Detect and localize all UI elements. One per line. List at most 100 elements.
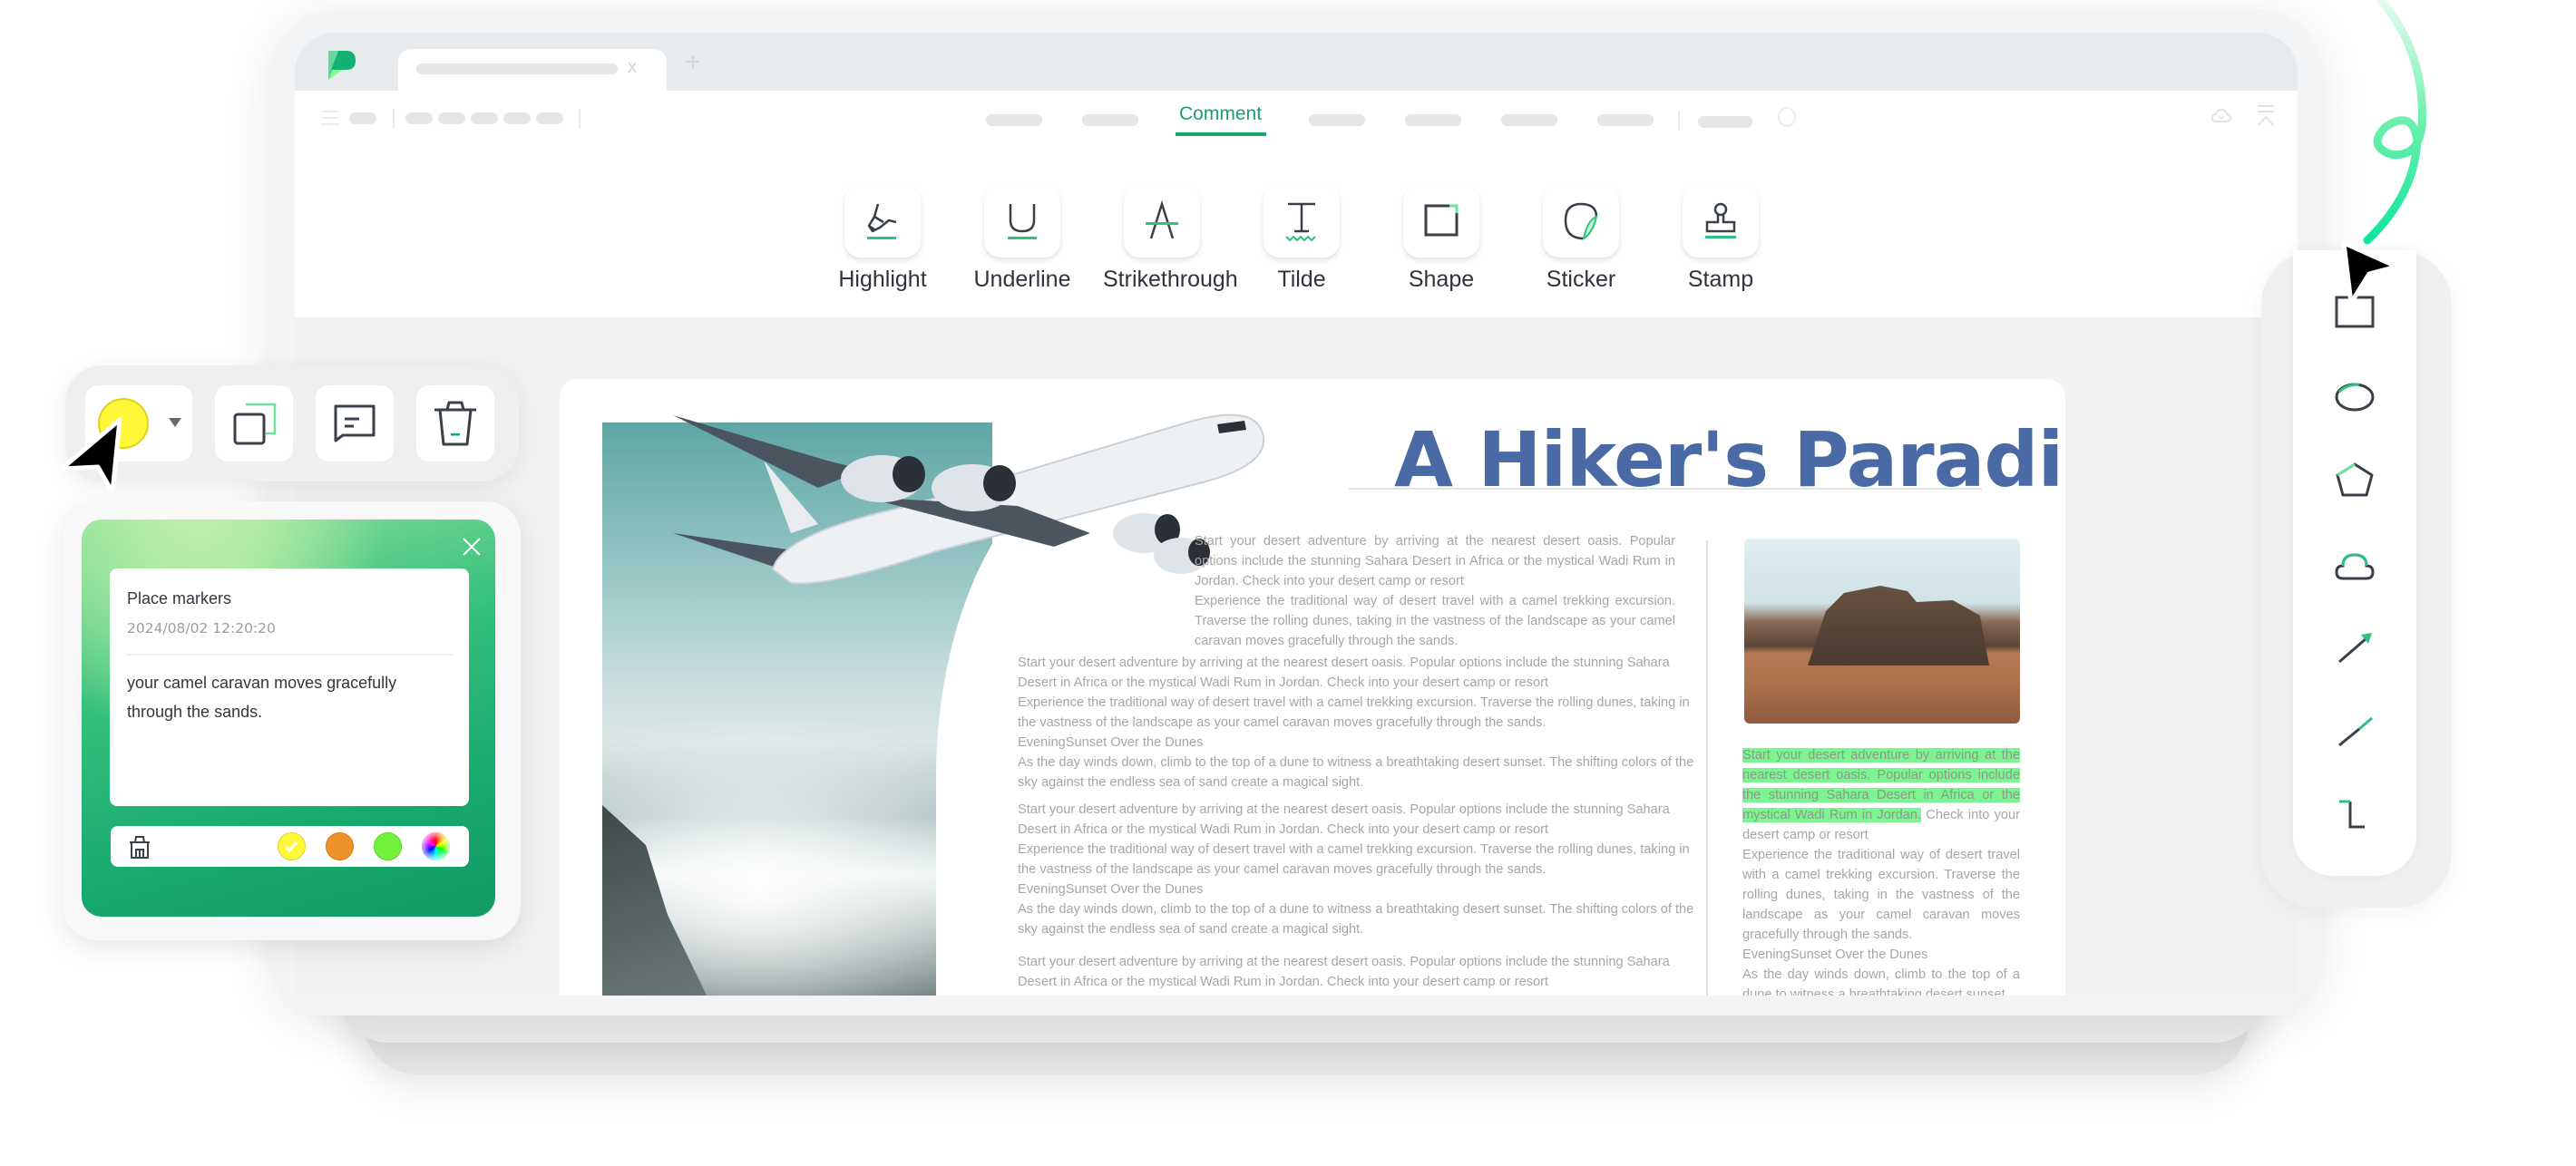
page-bottom-edge	[295, 996, 2298, 1015]
tool-stamp[interactable]: Stamp	[1662, 185, 1780, 293]
tab-title-placeholder	[416, 63, 618, 74]
menu-tab-placeholder[interactable]	[1698, 116, 1752, 128]
tool-tilde[interactable]: Tilde	[1243, 185, 1361, 293]
stamp-icon	[1705, 202, 1736, 238]
quick-tool-placeholder[interactable]	[536, 112, 563, 124]
sticker-icon	[1564, 202, 1598, 241]
check-icon	[284, 841, 298, 853]
tool-highlight[interactable]: Highlight	[824, 185, 942, 293]
divider	[1678, 111, 1680, 131]
document-page: A Hiker's Paradise Start your desert adv…	[560, 379, 2065, 996]
paragraph: Start your desert adventure by arriving …	[1018, 802, 1670, 837]
note-body: Place markers 2024/08/02 12:20:20 your c…	[82, 520, 495, 917]
side-column: Start your desert adventure by arriving …	[1742, 745, 2020, 996]
shape-polyline-button[interactable]	[2320, 787, 2389, 841]
shape-line-button[interactable]	[2320, 704, 2389, 758]
delete-button[interactable]	[416, 385, 494, 462]
tab-bar: x +	[295, 33, 2298, 91]
column-divider	[1706, 540, 1708, 996]
menu-bar: Comment	[295, 91, 2298, 167]
arrow-icon	[2338, 633, 2372, 664]
paragraph: Experience the traditional way of desert…	[1018, 695, 1690, 730]
divider	[579, 109, 581, 129]
menu-placeholder[interactable]	[349, 112, 376, 124]
swatch-yellow[interactable]	[278, 832, 306, 860]
tool-label: Sticker	[1546, 267, 1616, 292]
shape-cloud-button[interactable]	[2320, 539, 2389, 593]
shape-polygon-button[interactable]	[2320, 453, 2389, 508]
swatch-green[interactable]	[374, 832, 402, 860]
quick-tool-placeholder[interactable]	[503, 112, 531, 124]
tool-strikethrough[interactable]: Strikethrough	[1103, 185, 1238, 293]
mouse-cursor-icon	[2341, 240, 2399, 306]
note-card[interactable]: Place markers 2024/08/02 12:20:20 your c…	[110, 568, 469, 806]
menu-tab-placeholder[interactable]	[1597, 114, 1654, 126]
tool-underline[interactable]: Underline	[963, 185, 1081, 293]
dropdown-caret-icon	[169, 418, 181, 427]
tool-shape[interactable]: Shape	[1382, 185, 1500, 293]
airplane-image	[673, 413, 1265, 585]
tab-close-icon[interactable]: x	[628, 57, 637, 78]
cloud-sync-icon[interactable]	[2210, 105, 2232, 127]
tool-sticker[interactable]: Sticker	[1522, 185, 1640, 293]
collapse-ribbon-icon[interactable]	[2256, 103, 2276, 129]
highlighter-icon	[867, 203, 897, 239]
quick-tool-placeholder[interactable]	[438, 112, 465, 124]
quick-tool-placeholder[interactable]	[405, 112, 433, 124]
menu-tab-placeholder[interactable]	[1501, 114, 1557, 126]
delete-note-icon[interactable]	[127, 834, 152, 860]
menu-tab-placeholder[interactable]	[986, 114, 1042, 126]
divider	[126, 654, 453, 656]
duplicate-button[interactable]	[215, 385, 293, 462]
paragraph: Experience the traditional way of desert…	[1742, 848, 2020, 942]
title-rule	[1349, 488, 1982, 490]
tool-label: Strikethrough	[1103, 267, 1238, 292]
pentagon-icon	[2336, 462, 2374, 497]
cloud-icon	[2335, 553, 2375, 580]
add-comment-button[interactable]	[316, 385, 394, 462]
paragraph: As the day winds down, climb to the top …	[1018, 902, 1694, 937]
note-text[interactable]: your camel caravan moves gracefully thro…	[127, 668, 426, 726]
tool-label: Stamp	[1687, 267, 1754, 292]
shape-arrow-button[interactable]	[2320, 620, 2389, 675]
polyline-icon	[2339, 800, 2365, 829]
decorative-swirl	[2363, 0, 2426, 245]
section-heading: EveningSunset Over the Dunes	[1018, 882, 1204, 897]
document-tab[interactable]: x	[398, 49, 667, 91]
section-heading: EveningSunset Over the Dunes	[1742, 947, 1928, 962]
swatch-orange[interactable]	[326, 832, 354, 860]
divider	[393, 109, 395, 129]
quick-tool-placeholder[interactable]	[471, 112, 498, 124]
intro-column: Start your desert adventure by arriving …	[1195, 531, 1675, 651]
comment-icon	[334, 404, 376, 442]
swatch-custom-color[interactable]	[422, 832, 450, 860]
paragraph: Start your desert adventure by arriving …	[1018, 955, 1670, 989]
section-heading: EveningSunset Over the Dunes	[1018, 735, 1204, 750]
hamburger-menu-icon[interactable]	[322, 111, 338, 127]
paragraph: Start your desert adventure by arriving …	[1195, 534, 1675, 588]
menu-tab-placeholder[interactable]	[1405, 114, 1461, 126]
underline-icon	[1008, 204, 1037, 239]
strikethrough-icon	[1146, 200, 1178, 239]
ellipse-icon	[2335, 383, 2375, 412]
shape-ellipse-button[interactable]	[2320, 370, 2389, 424]
note-timestamp: 2024/08/02 12:20:20	[127, 620, 276, 636]
comment-note-panel: Place markers 2024/08/02 12:20:20 your c…	[63, 501, 521, 940]
annotation-toolbar	[65, 365, 519, 481]
mouse-cursor-icon	[59, 417, 122, 495]
paragraph: Experience the traditional way of desert…	[1195, 594, 1675, 648]
new-tab-icon[interactable]: +	[685, 47, 701, 78]
search-icon[interactable]	[1778, 107, 1796, 127]
paragraph: As the day winds down, climb to the top …	[1742, 967, 2020, 996]
shape-rectangle-icon	[1424, 204, 1459, 237]
menu-tab-placeholder[interactable]	[1082, 114, 1138, 126]
document-title: A Hiker's Paradise	[1394, 415, 2065, 504]
tool-label: Highlight	[838, 267, 927, 292]
trash-icon	[434, 401, 476, 446]
desert-image	[1744, 539, 2020, 724]
tool-label: Underline	[973, 267, 1071, 292]
menu-tab-placeholder[interactable]	[1309, 114, 1365, 126]
menu-tab-comment[interactable]: Comment	[1179, 103, 1262, 125]
active-tab-indicator	[1176, 132, 1266, 136]
close-icon[interactable]	[461, 536, 483, 558]
